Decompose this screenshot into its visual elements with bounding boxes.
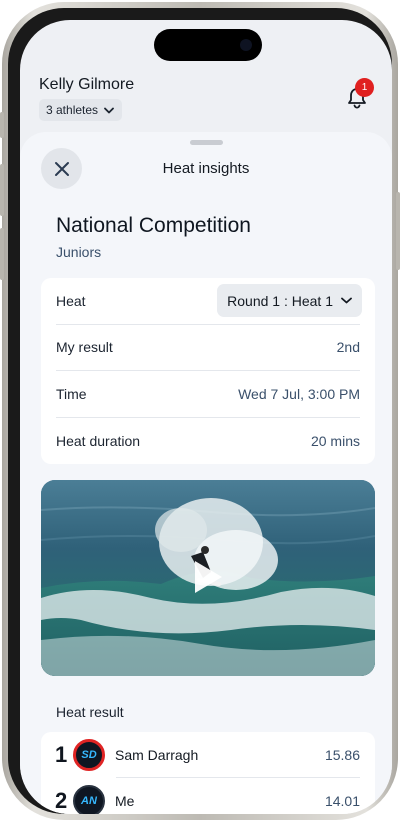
avatar-initials: SD <box>81 749 97 761</box>
my-result-row: My result 2nd <box>56 325 360 371</box>
athlete-score: 14.01 <box>324 793 360 809</box>
dynamic-island <box>154 29 262 61</box>
heat-row: Heat Round 1 : Heat 1 <box>56 278 362 325</box>
division-label: Juniors <box>56 244 102 260</box>
athlete-score: 15.86 <box>324 747 360 763</box>
heat-video[interactable] <box>41 480 375 676</box>
user-name: Kelly Gilmore <box>39 76 135 93</box>
heat-label: Heat <box>56 292 86 309</box>
heat-result-heading: Heat result <box>56 704 124 720</box>
heat-selector[interactable]: Round 1 : Heat 1 <box>217 284 362 318</box>
heat-selector-value: Round 1 : Heat 1 <box>227 292 333 309</box>
rank-number: 1 <box>55 742 68 767</box>
chevron-down-icon <box>341 297 352 304</box>
time-row: Time Wed 7 Jul, 3:00 PM <box>56 371 360 418</box>
time-label: Time <box>56 385 87 402</box>
volume-down-button <box>0 228 4 280</box>
play-icon[interactable] <box>191 558 225 596</box>
sheet-title: Heat insights <box>162 160 250 177</box>
notification-badge: 1 <box>355 78 374 97</box>
athletes-dropdown[interactable]: 3 athletes <box>39 99 123 121</box>
bezel: Kelly Gilmore 3 athletes 1 Heat insights… <box>8 8 392 814</box>
action-button <box>0 112 4 138</box>
my-result-label: My result <box>56 339 113 356</box>
competition-title: National Competition <box>56 214 251 237</box>
time-value: Wed 7 Jul, 3:00 PM <box>238 385 360 402</box>
screen: Kelly Gilmore 3 athletes 1 Heat insights… <box>20 20 392 814</box>
heat-insights-sheet: Heat insights National Competition Junio… <box>20 132 392 814</box>
athlete-name: Sam Darragh <box>115 747 199 763</box>
athletes-label: 3 athletes <box>46 103 99 117</box>
heat-info-card: Heat Round 1 : Heat 1 My result 2nd Time… <box>41 278 375 464</box>
list-item[interactable]: 2 AN Me 14.01 <box>55 778 360 814</box>
duration-row: Heat duration 20 mins <box>56 418 360 465</box>
volume-up-button <box>0 164 4 216</box>
avatar: SD <box>73 739 105 771</box>
camera-icon <box>240 39 252 51</box>
avatar: AN <box>73 785 105 814</box>
phone-frame: Kelly Gilmore 3 athletes 1 Heat insights… <box>0 2 400 820</box>
rank-number: 2 <box>55 788 68 813</box>
heat-result-list: 1 SD Sam Darragh 15.86 2 AN Me 14.01 <box>41 732 375 814</box>
avatar-initials: AN <box>81 795 97 807</box>
sheet-grabber[interactable] <box>190 140 223 145</box>
power-button <box>396 192 400 270</box>
chevron-down-icon <box>104 107 114 113</box>
my-result-value: 2nd <box>336 339 360 356</box>
duration-value: 20 mins <box>310 432 360 449</box>
duration-label: Heat duration <box>56 432 141 449</box>
athlete-name: Me <box>115 793 135 809</box>
list-item[interactable]: 1 SD Sam Darragh 15.86 <box>55 732 360 778</box>
